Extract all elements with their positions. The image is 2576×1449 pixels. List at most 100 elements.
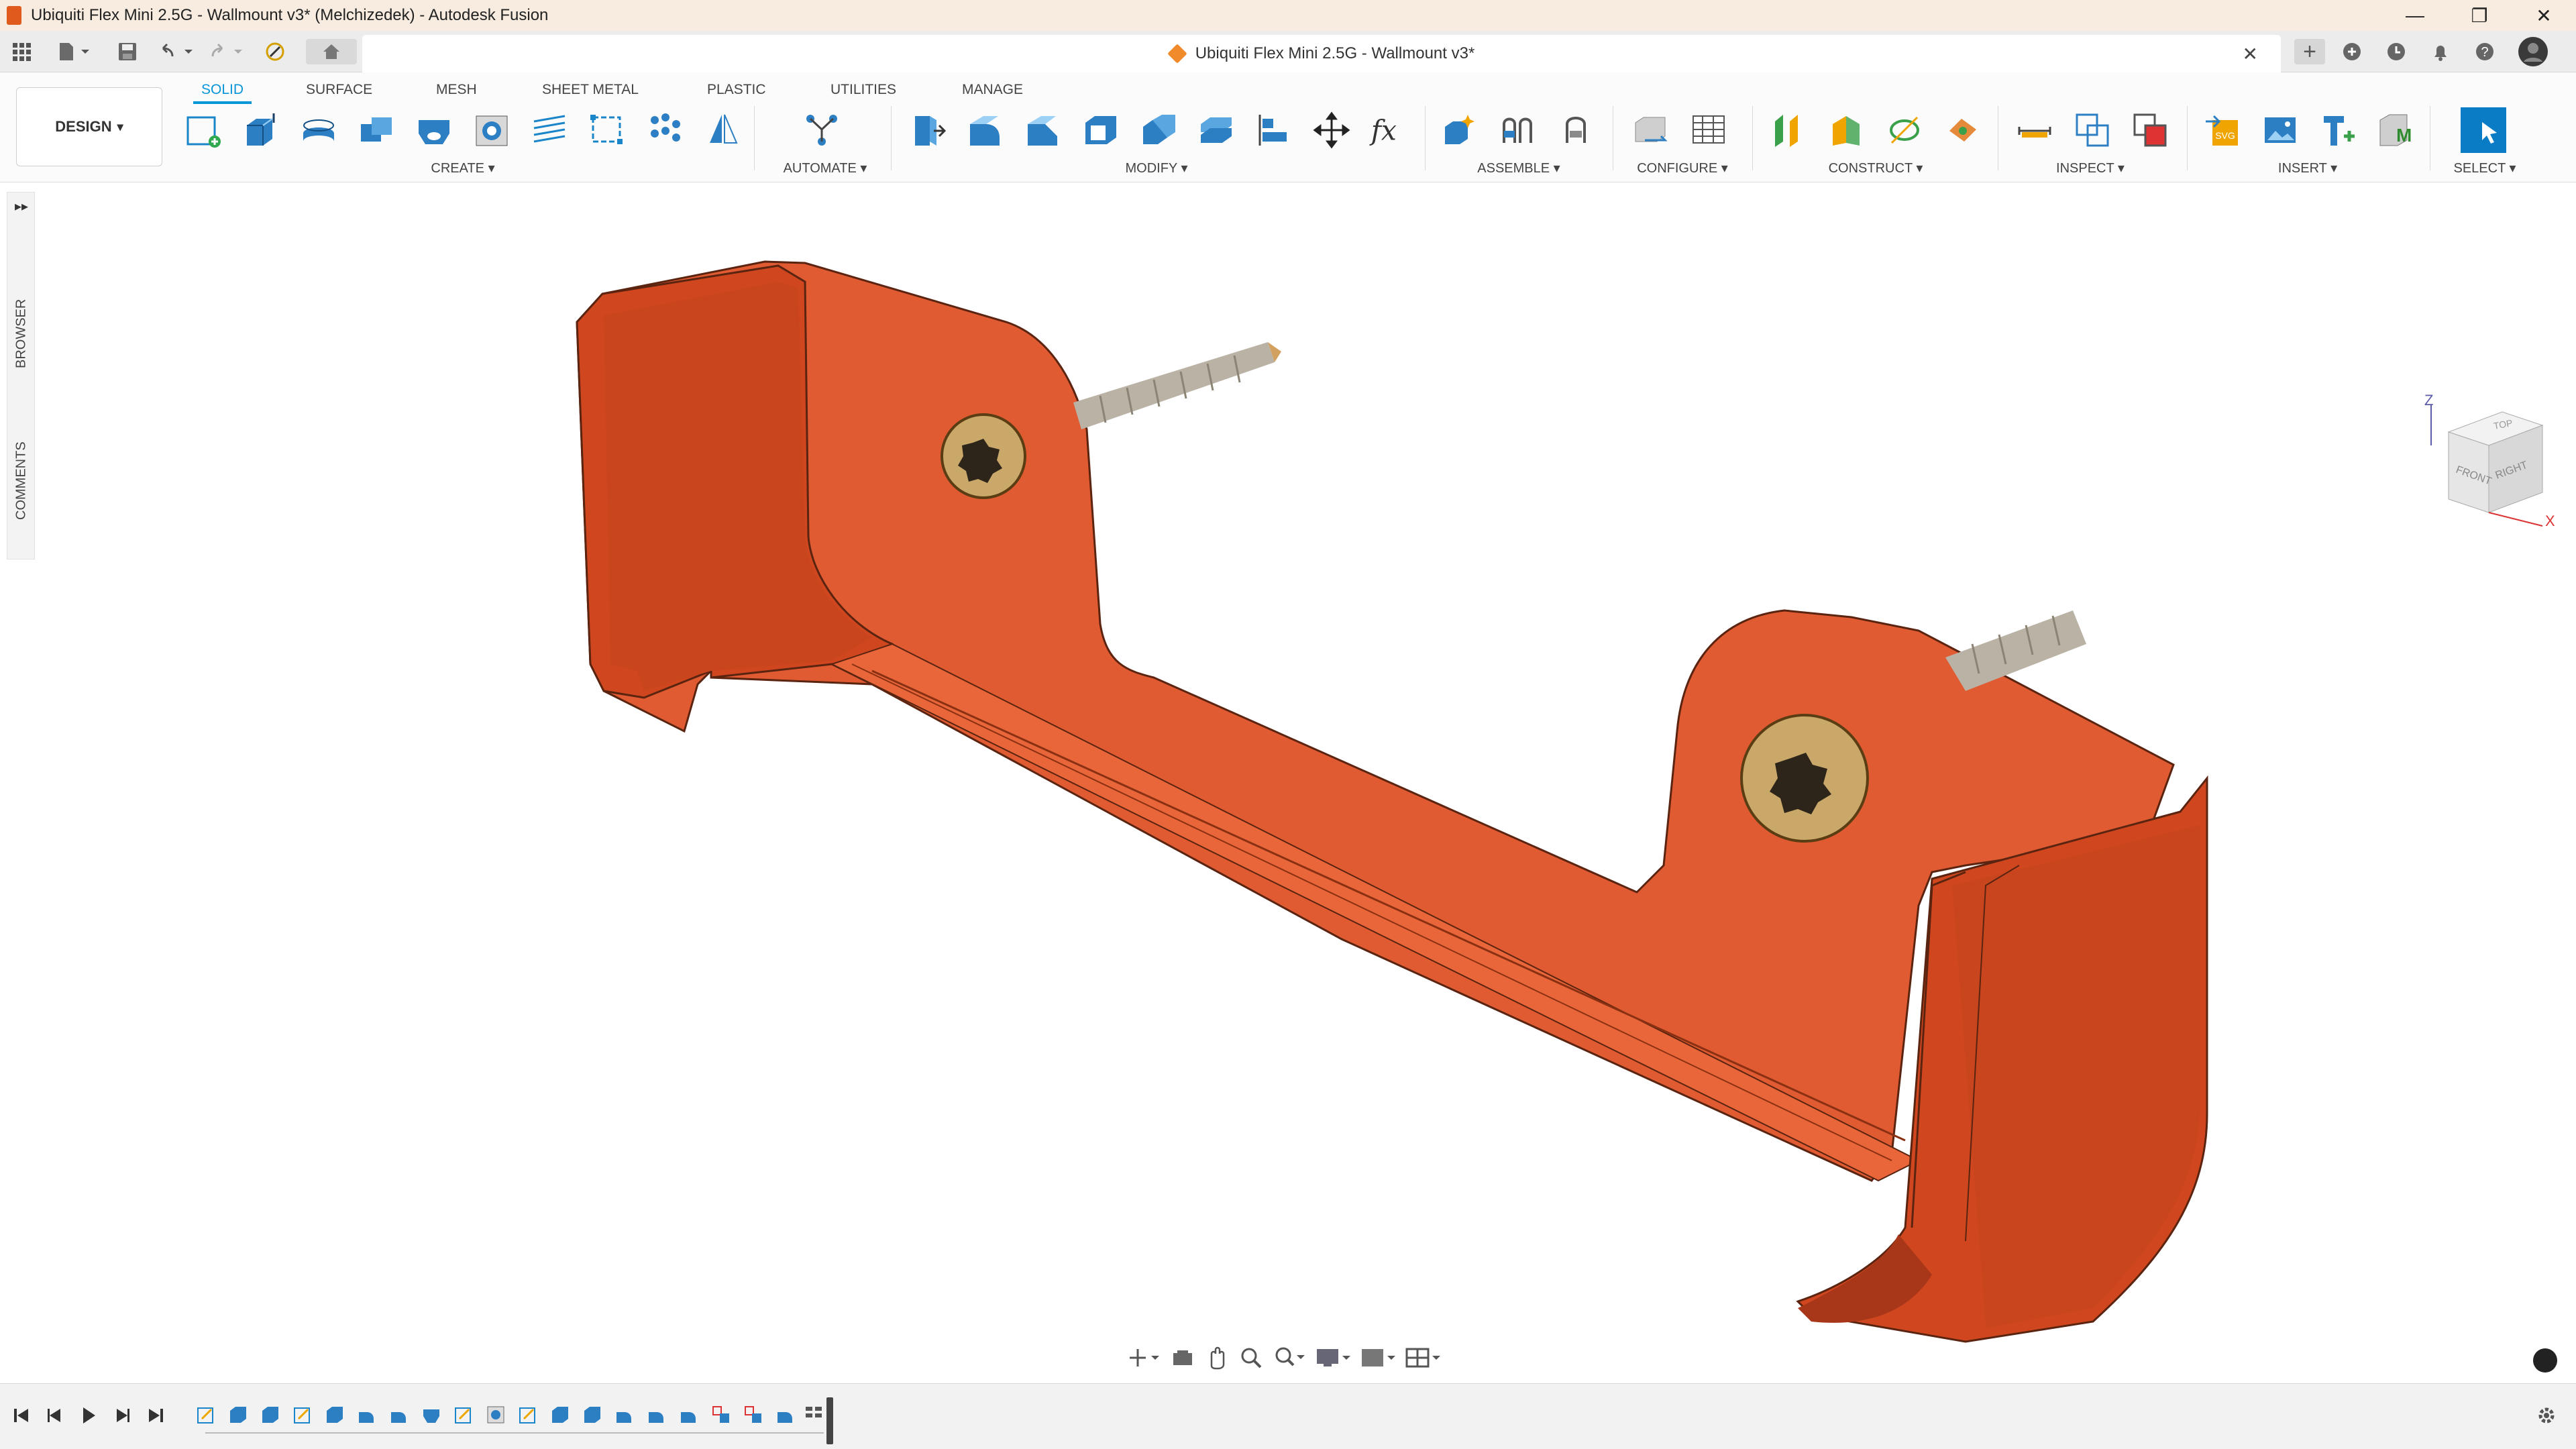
close-tab-icon[interactable]: ✕ [2243, 43, 2258, 65]
select-icon[interactable] [2458, 105, 2509, 156]
timeline-marker[interactable] [826, 1397, 833, 1444]
tab-solid[interactable]: SOLID [193, 82, 252, 104]
insert-svg-icon[interactable]: SVG [2202, 109, 2243, 152]
joint-icon[interactable] [1497, 109, 1539, 152]
parameters-icon[interactable]: fx [1368, 109, 1410, 152]
inspect-menu[interactable]: INSPECT ▾ [2056, 160, 2125, 176]
canvas-viewport[interactable]: TOP FRONT RIGHT Z X [0, 182, 2576, 1383]
timeline-feature-fillet[interactable] [678, 1403, 700, 1427]
timeline-feature-fillet[interactable] [774, 1403, 797, 1427]
hole-icon[interactable] [413, 109, 455, 152]
grid-settings-icon[interactable] [1404, 1344, 1441, 1371]
wallmount-model[interactable] [0, 182, 2576, 1383]
tab-sheet-metal[interactable]: SHEET METAL [542, 82, 639, 98]
minimize-button[interactable]: — [2383, 0, 2447, 31]
pan-icon[interactable] [1203, 1344, 1230, 1371]
browser-panel-toggle[interactable]: BROWSER [7, 266, 36, 400]
maximize-button[interactable]: ❐ [2447, 0, 2512, 31]
modify-menu[interactable]: MODIFY ▾ [1125, 160, 1187, 176]
expand-panel-icon[interactable]: ▸▸ [7, 198, 36, 215]
timeline-feature-fillet[interactable] [645, 1403, 668, 1427]
select-menu[interactable]: SELECT ▾ [2453, 160, 2516, 176]
thread-icon[interactable] [471, 109, 513, 152]
view-cube[interactable]: TOP FRONT RIGHT Z X [2422, 392, 2556, 533]
shell-icon[interactable] [1080, 109, 1122, 152]
as-built-joint-icon[interactable] [1555, 109, 1597, 152]
orbit-icon[interactable] [1127, 1344, 1161, 1371]
display-settings-icon[interactable] [1314, 1344, 1351, 1371]
workspace-selector[interactable]: DESIGN ▾ [16, 87, 162, 166]
gear-icon[interactable] [2534, 1401, 2559, 1430]
table-icon[interactable] [1688, 109, 1729, 152]
clock-icon[interactable] [2383, 39, 2410, 64]
play-icon[interactable] [76, 1401, 101, 1430]
rectangular-pattern-icon[interactable] [586, 109, 628, 152]
skip-end-icon[interactable] [144, 1401, 168, 1430]
timeline-feature-move[interactable] [742, 1403, 765, 1427]
tab-surface[interactable]: SURFACE [306, 82, 372, 98]
revolve-icon[interactable] [298, 109, 339, 152]
timeline-feature-extrude[interactable] [259, 1403, 282, 1427]
save-icon[interactable] [114, 39, 141, 64]
timeline-feature-fillet[interactable] [613, 1403, 636, 1427]
rib-icon[interactable] [529, 109, 570, 152]
tab-plastic[interactable]: PLASTIC [707, 82, 766, 98]
timeline-feature-extrude[interactable] [549, 1403, 572, 1427]
step-back-icon[interactable] [43, 1401, 67, 1430]
new-tab-button[interactable]: + [2294, 39, 2325, 64]
tab-manage[interactable]: MANAGE [962, 82, 1023, 98]
move-icon[interactable] [1311, 109, 1352, 152]
timeline-feature-sketch[interactable] [291, 1403, 314, 1427]
interference-icon[interactable] [2072, 109, 2113, 152]
look-at-icon[interactable] [1169, 1344, 1195, 1371]
feedback-icon[interactable] [2533, 1348, 2557, 1373]
tab-utilities[interactable]: UTILITIES [830, 82, 896, 98]
document-tab[interactable]: Ubiquiti Flex Mini 2.5G - Wallmount v3* … [362, 35, 2281, 72]
configure-menu[interactable]: CONFIGURE ▾ [1637, 160, 1728, 176]
undo-icon[interactable] [158, 39, 197, 64]
timeline-feature-move[interactable] [710, 1403, 733, 1427]
chamfer-icon[interactable] [1022, 109, 1064, 152]
insert-mcmaster-icon[interactable] [2317, 109, 2359, 152]
create-menu[interactable]: CREATE ▾ [431, 160, 494, 176]
job-status-icon[interactable] [262, 39, 288, 64]
press-pull-icon[interactable] [907, 109, 949, 152]
extensions-icon[interactable] [2339, 39, 2365, 64]
timeline-feature-extrude[interactable] [581, 1403, 604, 1427]
timeline-feature-extrude[interactable] [227, 1403, 250, 1427]
align-icon[interactable] [1253, 109, 1295, 152]
axis-icon[interactable] [1884, 109, 1925, 152]
extrude-icon[interactable] [240, 109, 282, 152]
combine-icon[interactable] [356, 109, 397, 152]
automate-icon[interactable] [801, 109, 843, 152]
offset-plane-icon[interactable] [1768, 109, 1810, 152]
construct-menu[interactable]: CONSTRUCT ▾ [1829, 160, 1923, 176]
configure-icon[interactable] [1630, 109, 1672, 152]
timeline-feature-hole[interactable] [484, 1403, 507, 1427]
visual-style-icon[interactable] [1359, 1344, 1396, 1371]
avatar-icon[interactable] [2516, 37, 2551, 66]
automate-menu[interactable]: AUTOMATE ▾ [784, 160, 867, 176]
timeline-feature-sketch[interactable] [452, 1403, 475, 1427]
comments-panel-toggle[interactable]: COMMENTS [7, 407, 36, 555]
section-analysis-icon[interactable] [2129, 109, 2171, 152]
step-forward-icon[interactable] [110, 1401, 134, 1430]
insert-image-icon[interactable] [2259, 109, 2301, 152]
offset-face-icon[interactable] [1138, 109, 1179, 152]
file-icon[interactable] [54, 39, 97, 64]
tab-mesh[interactable]: MESH [436, 82, 477, 98]
skip-start-icon[interactable] [9, 1401, 34, 1430]
new-component-icon[interactable] [1440, 109, 1481, 152]
offset-plane-icon[interactable] [1195, 109, 1237, 152]
point-icon[interactable] [1941, 109, 1983, 152]
insert-menu[interactable]: INSERT ▾ [2278, 160, 2337, 176]
mirror-icon[interactable] [702, 109, 743, 152]
close-button[interactable]: ✕ [2512, 0, 2576, 31]
timeline-feature-sketch[interactable] [195, 1403, 217, 1427]
timeline-feature-hole[interactable] [420, 1403, 443, 1427]
timeline-feature-group[interactable] [802, 1403, 825, 1427]
fit-icon[interactable] [1273, 1344, 1307, 1371]
fillet-icon[interactable] [965, 109, 1006, 152]
grid-icon[interactable] [9, 39, 34, 64]
zoom-icon[interactable] [1238, 1344, 1264, 1371]
